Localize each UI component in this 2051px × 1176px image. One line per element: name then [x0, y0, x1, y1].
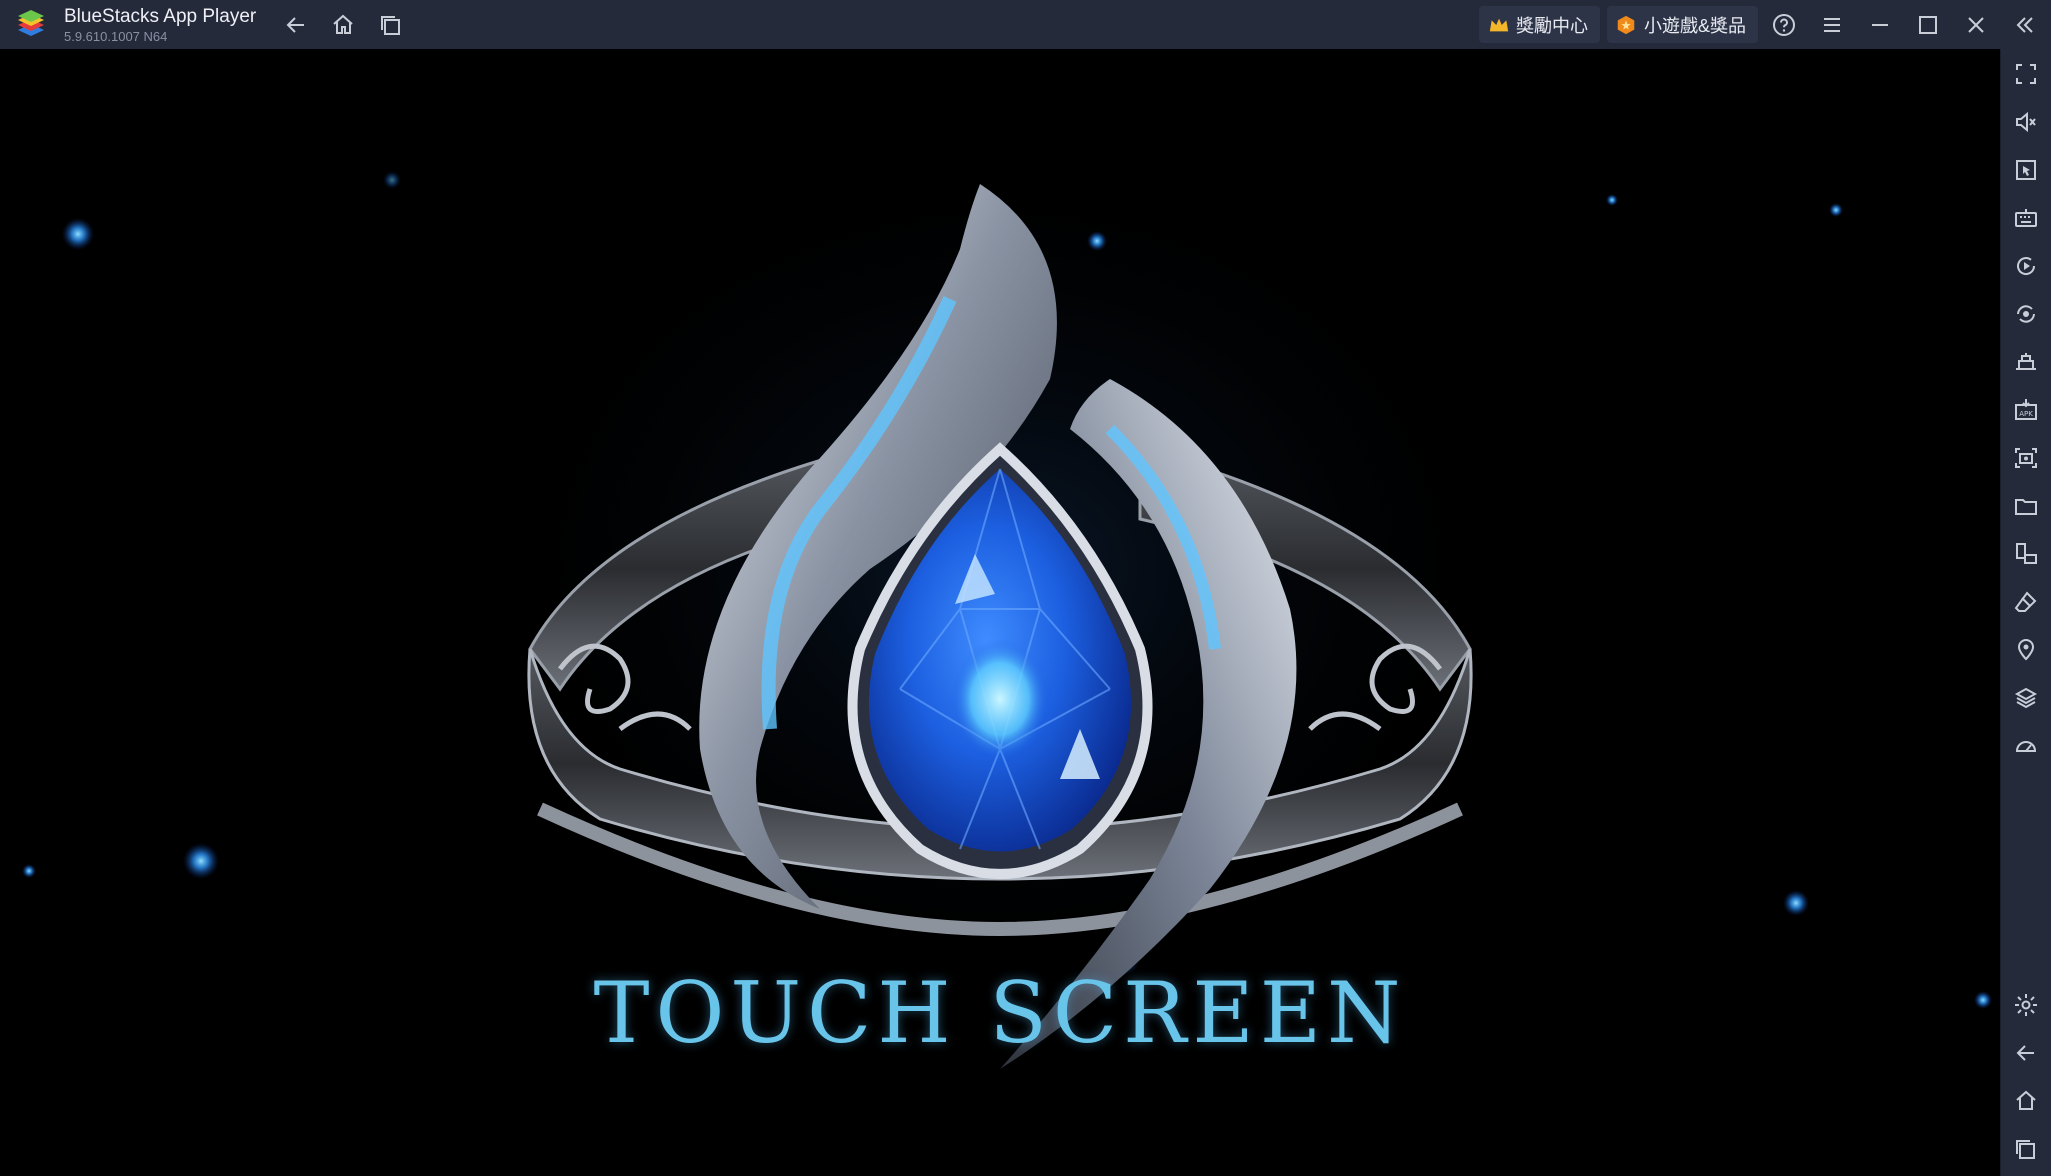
touch-screen-prompt[interactable]: TOUCH SCREEN [0, 964, 2000, 1062]
bluestacks-logo [18, 10, 44, 36]
close-icon[interactable] [1961, 10, 1991, 40]
bluestacks-window: BlueStacks App Player 5.9.610.1007 N64 獎… [0, 0, 2051, 1176]
minimize-icon[interactable] [1865, 10, 1895, 40]
crown-icon [1487, 13, 1510, 37]
pointer-icon[interactable] [2010, 154, 2042, 186]
back-icon[interactable] [2010, 1037, 2042, 1069]
macro-play-icon[interactable] [2010, 250, 2042, 282]
game-screen[interactable]: TOUCH SCREEN [0, 49, 2000, 1176]
rewards-center-button[interactable]: 獎勵中心 [1479, 6, 1600, 43]
recent-apps-sidebar-icon[interactable] [2010, 1133, 2042, 1165]
rotate-icon[interactable] [2010, 298, 2042, 330]
minigame-badge-icon [1615, 13, 1638, 37]
collapse-sidebar-icon[interactable] [2010, 10, 2040, 40]
android-home-icon[interactable] [2010, 1085, 2042, 1117]
right-sidebar: APK [2000, 49, 2051, 1176]
menu-icon[interactable] [1817, 10, 1847, 40]
back-arrow-icon[interactable] [281, 10, 311, 40]
svg-text:APK: APK [2019, 410, 2033, 418]
layers-icon[interactable] [2010, 682, 2042, 714]
multi-instance-icon[interactable] [2010, 346, 2042, 378]
fullscreen-icon[interactable] [2010, 58, 2042, 90]
screenshot-icon[interactable] [2010, 442, 2042, 474]
minigames-label: 小遊戲&獎品 [1643, 15, 1746, 36]
rewards-center-label: 獎勵中心 [1516, 15, 1588, 36]
folder-icon[interactable] [2010, 490, 2042, 522]
app-title: BlueStacks App Player [64, 6, 257, 27]
title-bar: BlueStacks App Player 5.9.610.1007 N64 獎… [0, 0, 2051, 49]
help-icon[interactable] [1769, 10, 1799, 40]
resize-icon[interactable] [2010, 538, 2042, 570]
recent-apps-icon[interactable] [376, 10, 406, 40]
minigames-button[interactable]: 小遊戲&獎品 [1607, 6, 1758, 43]
settings-icon[interactable] [2010, 989, 2042, 1021]
maximize-icon[interactable] [1913, 10, 1943, 40]
apk-install-icon[interactable]: APK [2010, 394, 2042, 426]
location-icon[interactable] [2010, 634, 2042, 666]
app-version: 5.9.610.1007 N64 [64, 29, 168, 44]
home-icon[interactable] [328, 10, 358, 40]
eraser-icon[interactable] [2010, 586, 2042, 618]
performance-icon[interactable] [2010, 730, 2042, 762]
keyboard-icon[interactable] [2010, 202, 2042, 234]
volume-icon[interactable] [2010, 106, 2042, 138]
